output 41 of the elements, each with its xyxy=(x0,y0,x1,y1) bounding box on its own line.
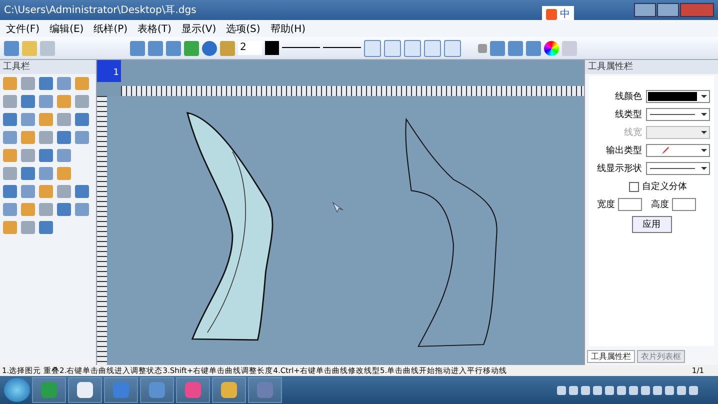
checkbox[interactable] xyxy=(629,182,639,192)
spinner-field[interactable] xyxy=(618,198,642,211)
panel-tab[interactable]: 衣片列表框 xyxy=(637,350,685,363)
panel-title: 工具栏 xyxy=(3,62,30,72)
field-label: 输出类型 xyxy=(606,144,642,157)
panel-title: 工具属性栏 xyxy=(588,62,633,72)
cursor-icon xyxy=(332,202,344,213)
menu-item[interactable]: 选项(S) xyxy=(226,22,260,36)
menu-item[interactable]: 表格(T) xyxy=(138,22,172,36)
spinner-label: 高度 xyxy=(651,198,669,211)
spinner-field[interactable] xyxy=(672,198,696,211)
pattern-piece[interactable] xyxy=(186,112,274,341)
field-label: 线类型 xyxy=(615,108,642,121)
dropdown-field[interactable] xyxy=(646,162,710,175)
line-width-field[interactable]: 2 xyxy=(238,41,262,55)
minimize-button[interactable] xyxy=(634,3,656,17)
menu-item[interactable]: 帮助(H) xyxy=(270,22,306,36)
menu-item[interactable]: 纸样(P) xyxy=(94,22,128,36)
window-title: C:\Users\Administrator\Desktop\耳.dgs xyxy=(4,4,198,17)
pattern-outline[interactable] xyxy=(405,118,498,347)
field-label: 线宽 xyxy=(624,126,642,139)
menu-item[interactable]: 编辑(E) xyxy=(50,22,84,36)
dropdown-field[interactable] xyxy=(646,90,710,103)
maximize-button[interactable] xyxy=(657,3,679,17)
field-label: 线显示形状 xyxy=(597,162,642,175)
dropdown-field[interactable] xyxy=(646,108,710,121)
page-tab[interactable]: 1 xyxy=(97,60,121,82)
close-button[interactable] xyxy=(680,3,714,17)
color-swatch[interactable] xyxy=(265,41,279,55)
pen-icon xyxy=(661,146,670,155)
start-button[interactable] xyxy=(4,378,30,402)
menu-item[interactable]: 文件(F) xyxy=(6,22,40,36)
menu-item[interactable]: 显示(V) xyxy=(181,22,216,36)
dropdown-field[interactable] xyxy=(646,144,710,157)
panel-tab[interactable]: 工具属性栏 xyxy=(587,350,635,363)
ime-logo-icon xyxy=(546,8,557,20)
apply-button[interactable]: 应用 xyxy=(632,216,672,233)
ime-mode[interactable]: 中 xyxy=(560,7,570,21)
spinner-label: 宽度 xyxy=(597,198,615,211)
field-label: 线颜色 xyxy=(615,90,642,103)
checkbox-label: 自定义分体 xyxy=(642,180,687,193)
